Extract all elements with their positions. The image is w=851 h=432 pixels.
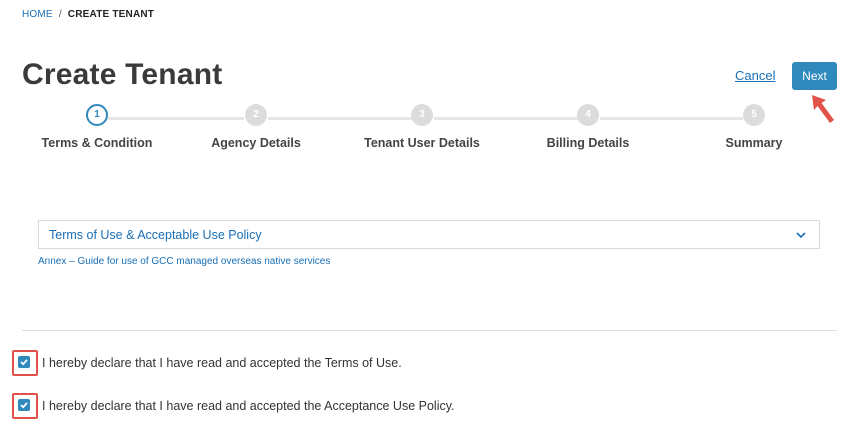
terms-accordion[interactable]: Terms of Use & Acceptable Use Policy xyxy=(38,220,820,249)
breadcrumb: HOME / CREATE TENANT xyxy=(22,9,154,20)
breadcrumb-current: CREATE TENANT xyxy=(67,9,155,20)
terms-of-use-checkbox[interactable] xyxy=(18,356,30,368)
acceptable-use-policy-checkbox[interactable] xyxy=(18,399,30,411)
divider xyxy=(22,330,837,331)
next-button[interactable]: Next xyxy=(792,62,837,90)
terms-of-use-declaration-text: I hereby declare that I have read and ac… xyxy=(42,356,402,370)
chevron-down-icon xyxy=(796,232,806,239)
checkmark-icon xyxy=(20,359,28,366)
breadcrumb-separator: / xyxy=(58,9,62,20)
step-label: Billing Details xyxy=(546,136,630,150)
step-number: 4 xyxy=(577,104,599,126)
step-number: 5 xyxy=(743,104,765,126)
step-summary[interactable]: 5 Summary xyxy=(684,104,824,150)
step-label: Agency Details xyxy=(211,136,301,150)
acceptable-use-policy-declaration-text: I hereby declare that I have read and ac… xyxy=(42,399,455,413)
step-agency-details[interactable]: 2 Agency Details xyxy=(186,104,326,150)
step-terms-condition[interactable]: 1 Terms & Condition xyxy=(27,104,167,150)
step-tenant-user-details[interactable]: 3 Tenant User Details xyxy=(352,104,492,150)
annex-guide-link[interactable]: Annex – Guide for use of GCC managed ove… xyxy=(38,256,330,267)
terms-accordion-label: Terms of Use & Acceptable Use Policy xyxy=(49,228,262,242)
step-number: 1 xyxy=(86,104,108,126)
step-number: 3 xyxy=(411,104,433,126)
step-billing-details[interactable]: 4 Billing Details xyxy=(518,104,658,150)
progress-stepper: 1 Terms & Condition 2 Agency Details 3 T… xyxy=(0,104,851,154)
page-title: Create Tenant xyxy=(22,58,223,91)
checkmark-icon xyxy=(20,402,28,409)
step-label: Tenant User Details xyxy=(364,136,480,150)
breadcrumb-home-link[interactable]: HOME xyxy=(22,9,53,20)
step-label: Terms & Condition xyxy=(41,136,153,150)
cancel-link[interactable]: Cancel xyxy=(735,68,775,83)
step-number: 2 xyxy=(245,104,267,126)
step-label: Summary xyxy=(725,136,783,150)
